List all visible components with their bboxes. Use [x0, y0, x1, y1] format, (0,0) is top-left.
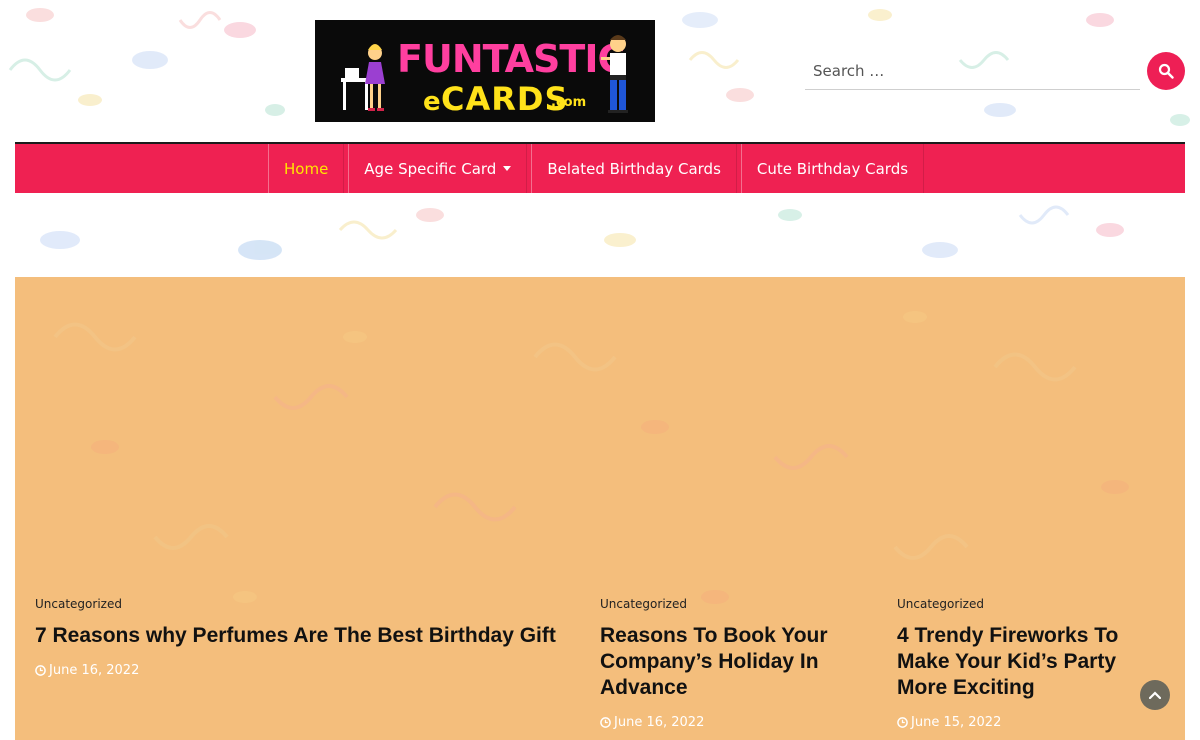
post-date[interactable]: June 15, 2022	[897, 715, 1172, 730]
post-date-text: June 16, 2022	[49, 663, 140, 678]
post-date[interactable]: June 16, 2022	[35, 663, 575, 678]
back-to-top-button[interactable]	[1140, 680, 1170, 710]
post-title[interactable]: 7 Reasons why Perfumes Are The Best Birt…	[35, 623, 575, 649]
post-date[interactable]: June 16, 2022	[600, 715, 870, 730]
main-navigation: Home Age Specific Card Belated Birthday …	[15, 142, 1185, 193]
post-category[interactable]: Uncategorized	[897, 597, 1172, 611]
caret-down-icon	[503, 166, 512, 171]
clock-icon	[600, 717, 611, 728]
clock-icon	[897, 717, 908, 728]
nav-item-label: Home	[284, 159, 329, 178]
chevron-up-icon	[1149, 691, 1161, 699]
search-icon	[1158, 63, 1174, 79]
nav-item-label: Age Specific Card	[364, 159, 497, 178]
svg-text:.com: .com	[551, 95, 586, 110]
post-category[interactable]: Uncategorized	[600, 597, 870, 611]
nav-item-cute-birthday-cards[interactable]: Cute Birthday Cards	[740, 144, 925, 193]
nav-item-belated-birthday-cards[interactable]: Belated Birthday Cards	[531, 144, 737, 193]
site-logo[interactable]: FUNTASTIC e CARDS .com	[315, 20, 655, 122]
post-category[interactable]: Uncategorized	[35, 597, 575, 611]
clock-icon	[35, 665, 46, 676]
svg-text:e: e	[423, 87, 441, 117]
search-button[interactable]	[1147, 52, 1185, 90]
post-title[interactable]: 4 Trendy Fireworks To Make Your Kid’s Pa…	[897, 623, 1172, 701]
nav-item-label: Cute Birthday Cards	[756, 159, 909, 178]
post-date-text: June 15, 2022	[911, 715, 1002, 730]
post-title[interactable]: Reasons To Book Your Company’s Holiday I…	[600, 623, 870, 701]
svg-text:CARDS: CARDS	[441, 80, 569, 118]
nav-item-label: Belated Birthday Cards	[547, 159, 721, 178]
nav-item-age-specific-card[interactable]: Age Specific Card	[348, 144, 528, 193]
post-card: Uncategorized 7 Reasons why Perfumes Are…	[35, 597, 575, 678]
post-card: Uncategorized Reasons To Book Your Compa…	[600, 597, 870, 730]
search-form	[805, 52, 1140, 90]
post-card: Uncategorized 4 Trendy Fireworks To Make…	[897, 597, 1172, 730]
search-input[interactable]	[805, 52, 1140, 90]
nav-item-home[interactable]: Home	[268, 144, 345, 193]
post-date-text: June 16, 2022	[614, 715, 705, 730]
logo-girl-illustration	[341, 44, 385, 111]
svg-text:FUNTASTIC: FUNTASTIC	[397, 37, 624, 81]
